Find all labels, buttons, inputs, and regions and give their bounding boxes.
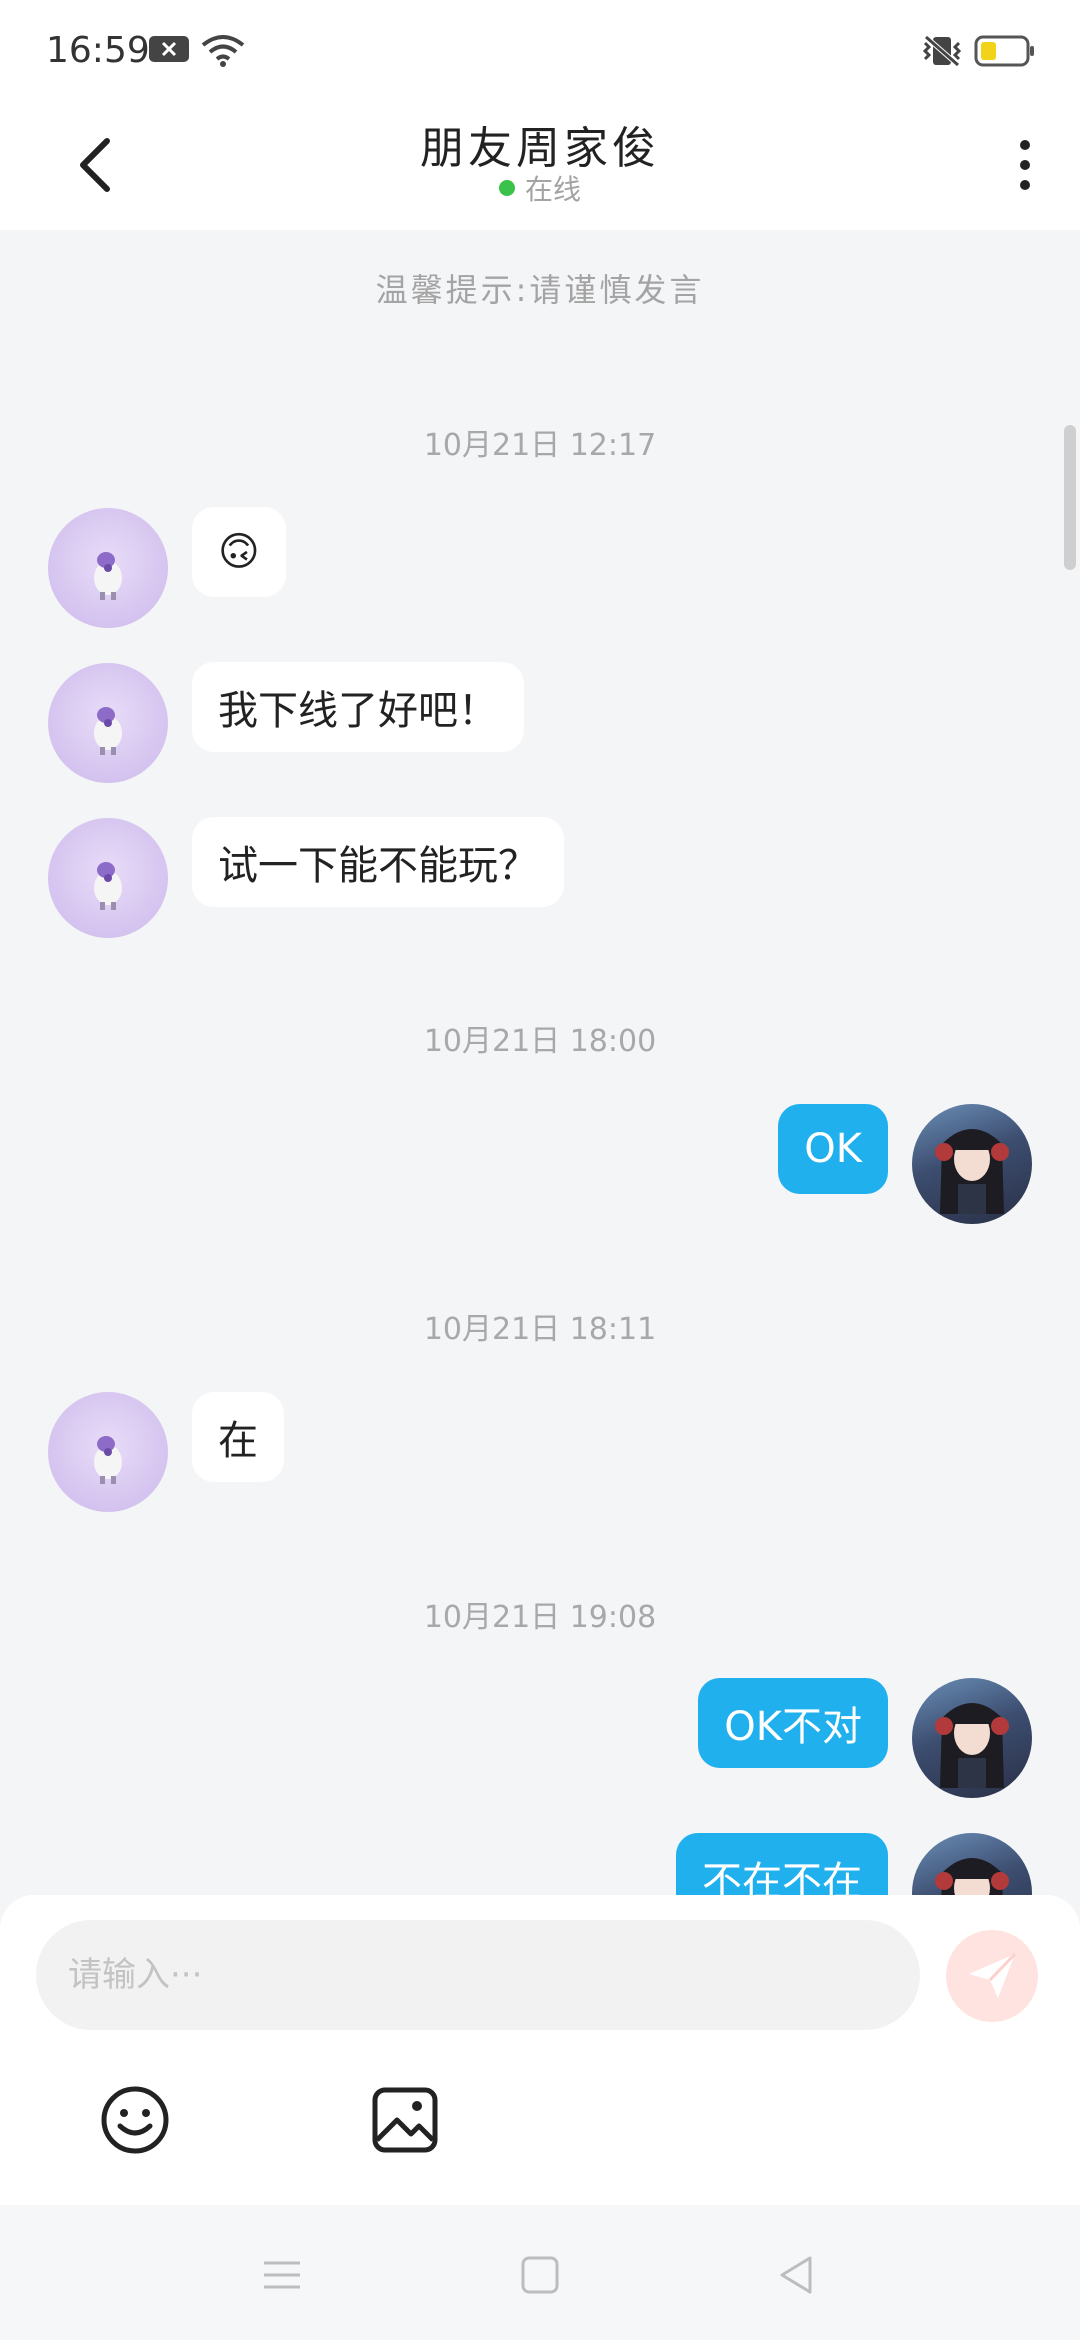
message-bubble-incoming[interactable]: 🙃 [192,507,286,597]
message-bubble-outgoing[interactable]: OK不对 [698,1678,888,1768]
back-triangle-icon [780,2256,812,2294]
message-bubble-outgoing[interactable]: 不在不在 [676,1833,888,1900]
menu-lines-icon [264,2261,300,2289]
home-square-icon [521,2256,559,2294]
my-avatar[interactable] [912,1104,1032,1224]
more-vertical-icon [1020,140,1030,150]
message-composer [0,1895,1080,2205]
message-timestamp: 10月21日 19:08 [423,1600,657,1635]
chat-header: 朋友周家俊 在线 [0,100,1080,230]
menu-button[interactable] [252,2245,312,2305]
status-time: 16:59 [46,30,150,71]
friend-avatar[interactable] [48,663,168,783]
emoji-icon [101,2086,169,2154]
friend-avatar[interactable] [48,1392,168,1512]
image-icon [372,2087,438,2153]
more-options-button[interactable] [1000,125,1050,205]
warm-tip: 温馨提示:请谨慎发言 [375,271,705,309]
message-timestamp: 10月21日 18:00 [423,1024,657,1059]
home-button[interactable] [510,2245,570,2305]
presence-status: 在线 [0,168,1080,208]
presence-label: 在线 [524,173,581,206]
chat-title: 朋友周家俊 [420,123,660,174]
my-avatar[interactable] [912,1833,1032,1900]
vibrate-icon [918,34,966,72]
chat-messages[interactable]: 温馨提示:请谨慎发言 10月21日 12:17 🙃 我下线了好吧！ 试一下能不能… [0,230,1080,1900]
message-timestamp: 10月21日 18:11 [423,1312,657,1347]
message-timestamp: 10月21日 12:17 [423,428,657,463]
friend-avatar[interactable] [48,818,168,938]
battery-icon [974,34,1036,72]
status-bar: 16:59 [0,0,1080,100]
send-icon [969,1952,1017,1998]
system-back-button[interactable] [766,2245,826,2305]
my-avatar[interactable] [912,1678,1032,1798]
image-button[interactable] [365,2080,445,2160]
friend-avatar[interactable] [48,508,168,628]
online-dot-icon [498,180,515,196]
message-bubble-outgoing[interactable]: OK [778,1104,888,1194]
message-bubble-incoming[interactable]: 试一下能不能玩？ [192,817,564,907]
wifi-icon [200,34,246,72]
message-input[interactable] [36,1920,920,2030]
message-bubble-incoming[interactable]: 在 [192,1392,284,1482]
notification-badge-icon [148,34,190,68]
system-navigation-bar [0,2205,1080,2340]
send-button[interactable] [946,1930,1038,2022]
emoji-button[interactable] [95,2080,175,2160]
message-bubble-incoming[interactable]: 我下线了好吧！ [192,662,524,752]
